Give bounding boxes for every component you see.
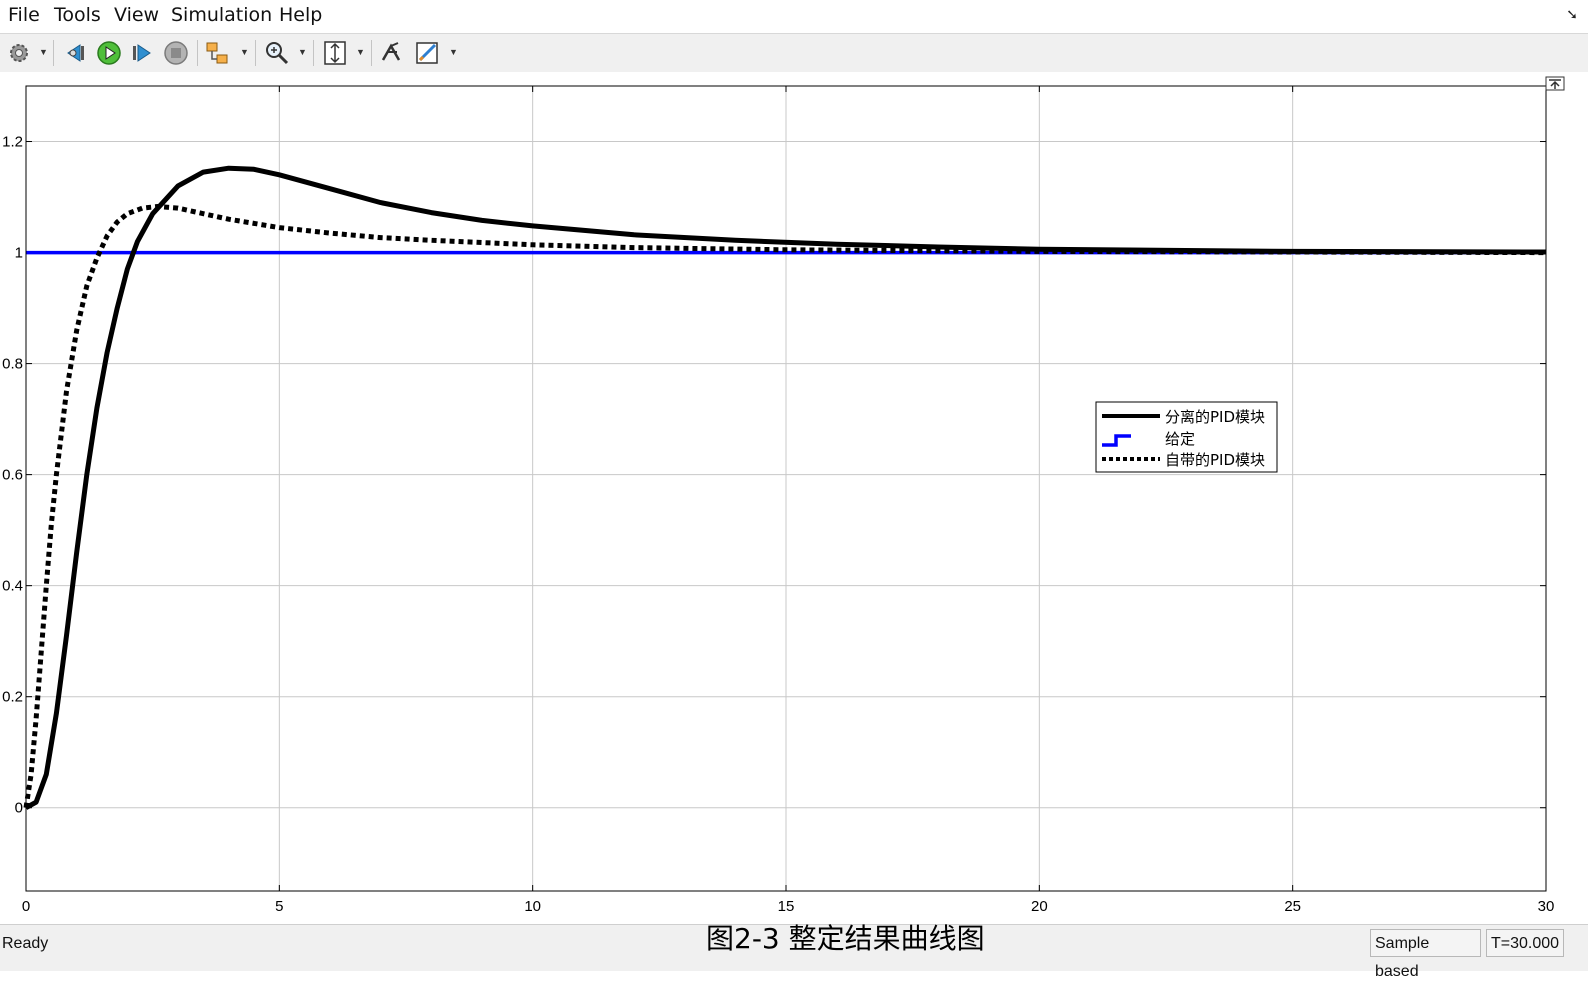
figure-caption: 图2-3 整定结果曲线图 <box>706 922 985 955</box>
toolbar-separator <box>255 40 256 66</box>
x-tick-label: 25 <box>1284 898 1301 915</box>
y-tick-label: 0.8 <box>2 356 23 373</box>
y-tick-label: 0.4 <box>2 578 23 595</box>
step-back-icon[interactable] <box>60 38 90 68</box>
menu-view[interactable]: View <box>114 4 159 26</box>
x-tick-label: 10 <box>524 898 541 915</box>
x-tick-label: 20 <box>1031 898 1048 915</box>
menu-bar: File Tools View Simulation Help ➘ <box>0 0 1588 32</box>
highlight-model-icon[interactable] <box>203 38 233 68</box>
menu-tools[interactable]: Tools <box>54 4 101 26</box>
fit-view-dropdown-icon[interactable]: ▼ <box>356 47 365 57</box>
toolbar-separator <box>197 40 198 66</box>
legend-label-separated-pid: 分离的PID模块 <box>1165 408 1265 426</box>
y-tick-label: 0.6 <box>2 467 23 484</box>
dock-arrow-icon[interactable]: ➘ <box>1566 6 1578 23</box>
sample-mode: Sample based <box>1370 929 1481 980</box>
menu-help[interactable]: Help <box>279 4 322 26</box>
toolbar: ▼ ▼ ▼ ▼ ▼ <box>0 33 1588 73</box>
axes-restore-icon[interactable] <box>1545 76 1565 91</box>
scope-chart[interactable]: 0 5 10 15 20 25 30 0 0.2 0.4 0.6 0.8 1 1.2 分离的PID模块 给… <box>0 72 1588 924</box>
y-tick-label: 1 <box>15 245 23 262</box>
menu-simulation[interactable]: Simulation <box>171 4 272 26</box>
style-dropdown-icon[interactable]: ▼ <box>449 47 458 57</box>
y-tick-label: 0.2 <box>2 689 23 706</box>
step-forward-icon[interactable] <box>127 38 157 68</box>
restore-icon[interactable] <box>377 38 407 68</box>
toolbar-separator <box>53 40 54 66</box>
fit-view-icon[interactable] <box>320 38 350 68</box>
x-tick-label: 30 <box>1538 898 1555 915</box>
legend[interactable]: 分离的PID模块 给定 自带的PID模块 <box>1095 401 1278 473</box>
y-tick-label: 1.2 <box>2 134 23 151</box>
gear-icon[interactable] <box>4 38 34 68</box>
toolbar-separator <box>313 40 314 66</box>
menu-file[interactable]: File <box>8 4 40 26</box>
status-ready: Ready <box>2 935 49 952</box>
style-icon[interactable] <box>413 38 443 68</box>
scope-plot-area: 0 5 10 15 20 25 30 0 0.2 0.4 0.6 0.8 1 1.2 分离的PID模块 给… <box>0 72 1588 924</box>
simulation-time: T=30.000 <box>1486 929 1564 957</box>
zoom-icon[interactable] <box>262 38 292 68</box>
legend-label-builtin-pid: 自带的PID模块 <box>1165 451 1265 469</box>
legend-label-reference: 给定 <box>1165 430 1195 448</box>
x-tick-label: 15 <box>778 898 795 915</box>
y-tick-label: 0 <box>15 800 23 817</box>
highlight-dropdown-icon[interactable]: ▼ <box>240 47 249 57</box>
gear-dropdown-icon[interactable]: ▼ <box>39 47 48 57</box>
x-tick-label: 5 <box>275 898 283 915</box>
status-bar: Ready 图2-3 整定结果曲线图 Sample based T=30.000 <box>0 922 1588 980</box>
stop-icon[interactable] <box>161 38 191 68</box>
zoom-dropdown-icon[interactable]: ▼ <box>298 47 307 57</box>
toolbar-separator <box>371 40 372 66</box>
x-tick-label: 0 <box>22 898 30 915</box>
run-icon[interactable] <box>94 38 124 68</box>
